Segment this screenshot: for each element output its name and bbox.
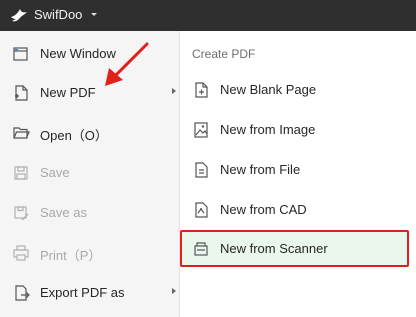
export-icon: [15, 285, 30, 301]
print-icon: [13, 245, 29, 261]
new-pdf-icon: [15, 85, 28, 101]
menu-item-label: New PDF: [40, 85, 96, 100]
menu-item-label: Save: [40, 165, 70, 180]
create-pdf-submenu: Create PDF New Blank Page New from Image…: [180, 31, 416, 317]
menu-item-save-as: Save as: [0, 194, 179, 230]
menu-item-label: Save as: [40, 205, 87, 220]
save-as-icon: [14, 206, 29, 221]
submenu-item-label: New from File: [220, 162, 301, 177]
menu-item-export-pdf-as[interactable]: Export PDF as: [0, 274, 179, 310]
chevron-down-icon[interactable]: [89, 9, 99, 19]
submenu-item-label: New Blank Page: [220, 82, 317, 97]
submenu-title: Create PDF: [192, 47, 256, 61]
submenu-arrow-icon: [172, 88, 176, 94]
title-bar: SwifDoo: [0, 0, 416, 31]
image-file-icon: [194, 122, 208, 138]
submenu-item-label: New from CAD: [220, 202, 307, 217]
submenu-item-new-from-image[interactable]: New from Image: [180, 111, 416, 149]
menu-item-open[interactable]: Open（O）: [0, 114, 179, 150]
submenu-arrow-icon: [172, 288, 176, 294]
submenu-item-label: New from Scanner: [220, 241, 328, 256]
menu-item-print: Print（P）: [0, 234, 179, 270]
save-icon: [14, 166, 28, 180]
cad-file-icon: [195, 202, 208, 218]
menu-item-label: Print（P）: [40, 248, 102, 263]
swifdoo-bird-logo-icon: [11, 9, 27, 22]
submenu-item-new-from-scanner[interactable]: New from Scanner: [180, 230, 416, 268]
file-icon: [195, 162, 208, 178]
blank-page-icon: [195, 82, 208, 98]
app-name: SwifDoo: [34, 7, 83, 22]
submenu-item-label: New from Image: [220, 122, 316, 137]
submenu-item-new-blank-page[interactable]: New Blank Page: [180, 71, 416, 109]
menu-item-label: Open（O）: [40, 128, 108, 143]
scanner-icon: [194, 242, 208, 256]
menu-item-label: Export PDF as: [40, 285, 125, 300]
new-window-icon: [13, 47, 28, 61]
submenu-item-new-from-cad[interactable]: New from CAD: [180, 191, 416, 229]
folder-open-icon: [13, 127, 30, 139]
annotation-arrow: [105, 42, 149, 86]
submenu-item-new-from-file[interactable]: New from File: [180, 151, 416, 189]
menu-item-save: Save: [0, 154, 179, 190]
